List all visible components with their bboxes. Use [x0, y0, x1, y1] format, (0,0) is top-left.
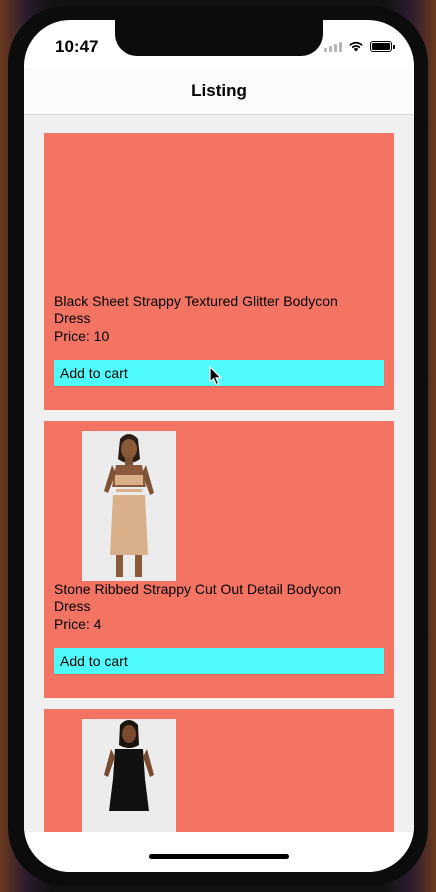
product-image	[82, 719, 176, 832]
product-card	[44, 709, 394, 832]
status-icons	[324, 40, 395, 52]
listing-scroll-view[interactable]: Black Sheet Strappy Textured Glitter Bod…	[24, 115, 414, 832]
product-price: Price: 10	[54, 328, 110, 344]
device-frame: 10:47 Listing Black Sheet Strappy Textur…	[0, 0, 436, 892]
model-in-beige-dress-image	[82, 431, 176, 581]
notch	[115, 20, 323, 56]
mouse-pointer-icon	[209, 366, 223, 386]
phone-screen: 10:47 Listing Black Sheet Strappy Textur…	[24, 20, 414, 872]
product-name: Stone Ribbed Strappy Cut Out Detail Body…	[54, 581, 342, 614]
product-card: Stone Ribbed Strappy Cut Out Detail Body…	[44, 421, 394, 698]
wifi-icon	[349, 41, 363, 52]
home-bar-area	[24, 832, 414, 872]
navigation-bar: Listing	[24, 68, 414, 115]
product-name: Black Sheet Strappy Textured Glitter Bod…	[54, 293, 338, 326]
home-indicator[interactable]	[149, 854, 289, 859]
model-in-black-dress-image	[82, 719, 176, 832]
product-price: Price: 4	[54, 616, 102, 632]
add-to-cart-button[interactable]: Add to cart	[54, 648, 384, 674]
product-image	[82, 431, 176, 581]
battery-icon	[370, 40, 395, 52]
cellular-signal-icon	[324, 41, 342, 52]
status-time: 10:47	[55, 37, 99, 56]
page-title: Listing	[191, 81, 247, 100]
